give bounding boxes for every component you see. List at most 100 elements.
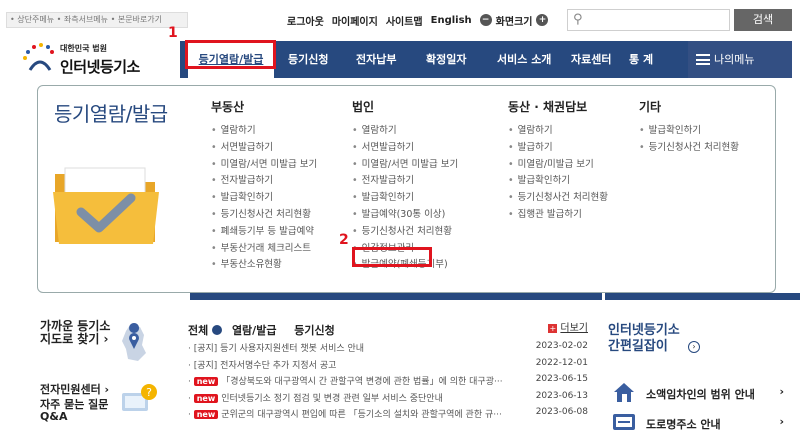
menu-link[interactable]: 열람하기 — [211, 123, 317, 140]
menu-link[interactable]: 부동산거래 체크리스트 — [211, 241, 317, 258]
plus-icon: + — [548, 324, 558, 333]
chevron-right-icon: › — [779, 385, 784, 398]
post-title: 인터넷등기소 정기 점검 및 변경 관련 일부 서비스 중단안내 — [221, 393, 443, 404]
column-movable-assets: 동산 · 채권담보 열람하기 발급하기 미열람/미발급 보기 발급확인하기 등기… — [508, 98, 608, 224]
logo-title: 인터넷등기소 — [60, 58, 140, 76]
menu-link[interactable]: 전자발급하기 — [352, 173, 458, 190]
mega-menu-title: 등기열람/발급 — [54, 102, 168, 126]
nav-statistics[interactable]: 통 계 — [629, 41, 653, 78]
skip-links[interactable]: • 상단주메뉴 • 좌측서브메뉴 • 본문바로가기 — [6, 12, 188, 28]
post-title: · [공지] 등기 사용자지원센터 챗봇 서비스 안내 — [188, 344, 365, 354]
banner-strip-right — [605, 293, 800, 300]
menu-link[interactable]: 미열람/서면 미발급 보기 — [352, 157, 459, 174]
menu-link[interactable]: 발급하기 — [508, 140, 608, 157]
new-badge: new — [193, 393, 219, 403]
utility-links: 로그아웃 마이페이지 사이트맵 English − 화면크기 + — [287, 12, 549, 28]
arrow-circle-icon: › — [688, 341, 700, 353]
lower-content: 가까운 등기소 지도로 찾기 › 전자민원센터 › 자주 묻는 질문 Q&A ?… — [0, 293, 800, 442]
my-menu-button[interactable]: 나의메뉴 — [688, 41, 792, 78]
post-date: 2023-06-15 — [535, 374, 588, 384]
hamburger-icon — [696, 54, 710, 65]
faq-monitor-icon: ? — [122, 384, 157, 411]
e-civil-center-link[interactable]: 전자민원센터 › — [40, 381, 109, 397]
menu-link[interactable]: 발급확인하기 — [639, 123, 739, 140]
menu-link[interactable]: 폐쇄등기부 등 발급예약 — [211, 224, 317, 241]
post-title: 군위군의 대구광역시 편입에 따른 「등기소의 설치와 관할구역에 관한 규··… — [221, 410, 502, 420]
nav-service-intro[interactable]: 서비스 소개 — [497, 41, 551, 78]
header: 대한민국 법원 인터넷등기소 등기열람/발급 등기신청 전자납부 확정일자 서비… — [0, 34, 800, 85]
notice-board: 전체 열람/발급 등기신청 + 더보기 · [공지] 등기 사용자지원센터 챗봇 … — [188, 319, 588, 422]
menu-link[interactable]: 열람하기 — [508, 123, 608, 140]
site-logo[interactable]: 대한민국 법원 인터넷등기소 — [20, 40, 170, 80]
menu-link[interactable]: 전자발급하기 — [211, 173, 317, 190]
tab-view-issue[interactable]: 열람/발급 — [232, 324, 277, 337]
menu-link[interactable]: 집행관 발급하기 — [508, 207, 608, 224]
search-button[interactable]: 검색 — [734, 9, 792, 31]
tab-application[interactable]: 등기신청 — [294, 324, 334, 337]
column-real-estate: 부동산 열람하기 서면발급하기 미열람/서면 미발급 보기 전자발급하기 발급확… — [211, 98, 317, 274]
board-header: 전체 열람/발급 등기신청 + 더보기 — [188, 319, 588, 339]
logout-link[interactable]: 로그아웃 — [287, 13, 324, 28]
my-menu-label: 나의메뉴 — [714, 53, 755, 66]
dropdown-dot-icon — [212, 325, 223, 335]
easy-guide-link[interactable]: 인터넷등기소 간편길잡이 › — [608, 323, 788, 371]
menu-link[interactable]: 열람하기 — [352, 123, 458, 140]
road-address-guide-link[interactable]: 도로명주소 안내 › — [608, 411, 788, 435]
logo-subtitle: 대한민국 법원 — [60, 44, 107, 53]
svg-text:?: ? — [146, 386, 152, 399]
top-utility-bar: • 상단주메뉴 • 좌측서브메뉴 • 본문바로가기 로그아웃 마이페이지 사이트… — [0, 0, 800, 34]
menu-link[interactable]: 등기신청사건 처리현황 — [508, 190, 608, 207]
highlight-box-nav — [185, 40, 276, 69]
list-item[interactable]: · new 인터넷등기소 정기 점검 및 변경 관련 일부 서비스 중단안내 20… — [188, 389, 588, 406]
menu-link[interactable]: 서면발급하기 — [352, 140, 458, 157]
menu-link[interactable]: 부동산소유현황 — [211, 257, 317, 274]
small-tenant-guide-link[interactable]: 소액임차인의 범위 안내 › — [608, 381, 788, 405]
menu-link[interactable]: 발급확인하기 — [352, 190, 458, 207]
menu-link[interactable]: 미열람/미발급 보기 — [508, 157, 608, 174]
font-size-label: 화면크기 — [495, 16, 533, 28]
menu-link[interactable]: 발급확인하기 — [508, 173, 608, 190]
column-heading: 동산 · 채권담보 — [508, 100, 588, 114]
list-item[interactable]: · [공지] 등기 사용자지원센터 챗봇 서비스 안내 2023-02-02 — [188, 339, 588, 356]
list-item[interactable]: · [공지] 전자서명수단 추가 지정서 공고 2022-12-01 — [188, 356, 588, 373]
mypage-link[interactable]: 마이페이지 — [332, 13, 378, 28]
chevron-right-icon: › — [779, 415, 784, 428]
new-badge: new — [193, 377, 219, 386]
highlight-box-seal-info — [352, 247, 432, 267]
nav-registry-application[interactable]: 등기신청 — [288, 41, 328, 78]
nav-data-center[interactable]: 자료센터 — [571, 41, 611, 78]
court-emblem-icon — [23, 43, 54, 71]
post-date: 2022-12-01 — [535, 357, 588, 368]
sitemap-link[interactable]: 사이트맵 — [386, 13, 423, 28]
column-heading: 부동산 — [211, 100, 245, 114]
menu-link[interactable]: 등기신청사건 처리현황 — [352, 224, 458, 241]
nav-electronic-payment[interactable]: 전자납부 — [356, 41, 396, 78]
column-heading: 법인 — [352, 100, 375, 114]
menu-link[interactable]: 발급확인하기 — [211, 190, 317, 207]
tab-all[interactable]: 전체 — [188, 324, 226, 337]
font-size-control: − 화면크기 + — [479, 13, 549, 28]
list-item[interactable]: · new 「경상북도와 대구광역시 간 관할구역 변경에 관한 법률」에 의한 … — [188, 372, 588, 389]
find-office-link[interactable]: 가까운 등기소 지도로 찾기 › — [40, 320, 110, 346]
menu-link[interactable]: 서면발급하기 — [211, 140, 317, 157]
search-icon: ⚲ — [573, 12, 583, 27]
more-link[interactable]: + 더보기 — [548, 319, 588, 334]
house-icon — [614, 383, 634, 402]
font-plus-icon[interactable]: + — [536, 14, 549, 26]
english-link[interactable]: English — [431, 15, 472, 26]
folder-check-icon — [53, 167, 159, 244]
post-date: 2023-06-13 — [535, 390, 588, 401]
page: • 상단주메뉴 • 좌측서브메뉴 • 본문바로가기 로그아웃 마이페이지 사이트… — [0, 0, 800, 442]
menu-link[interactable]: 발급예약(30통 이상) — [352, 207, 458, 224]
faq-link[interactable]: 자주 묻는 질문 Q&A — [40, 399, 108, 423]
menu-link[interactable]: 등기신청사건 처리현황 — [211, 207, 317, 224]
list-item[interactable]: · new 군위군의 대구광역시 편입에 따른 「등기소의 설치와 관할구역에 관… — [188, 405, 588, 422]
menu-link[interactable]: 미열람/서면 미발급 보기 — [211, 157, 318, 174]
banner-strip — [190, 293, 602, 300]
font-minus-icon[interactable]: − — [479, 14, 492, 26]
post-date: 2023-06-08 — [535, 407, 588, 417]
nav-fixed-date[interactable]: 확정일자 — [426, 41, 466, 78]
annotation-number-2: 2 — [339, 232, 349, 248]
search-input[interactable] — [588, 12, 726, 28]
menu-link[interactable]: 등기신청사건 처리현황 — [639, 140, 739, 157]
